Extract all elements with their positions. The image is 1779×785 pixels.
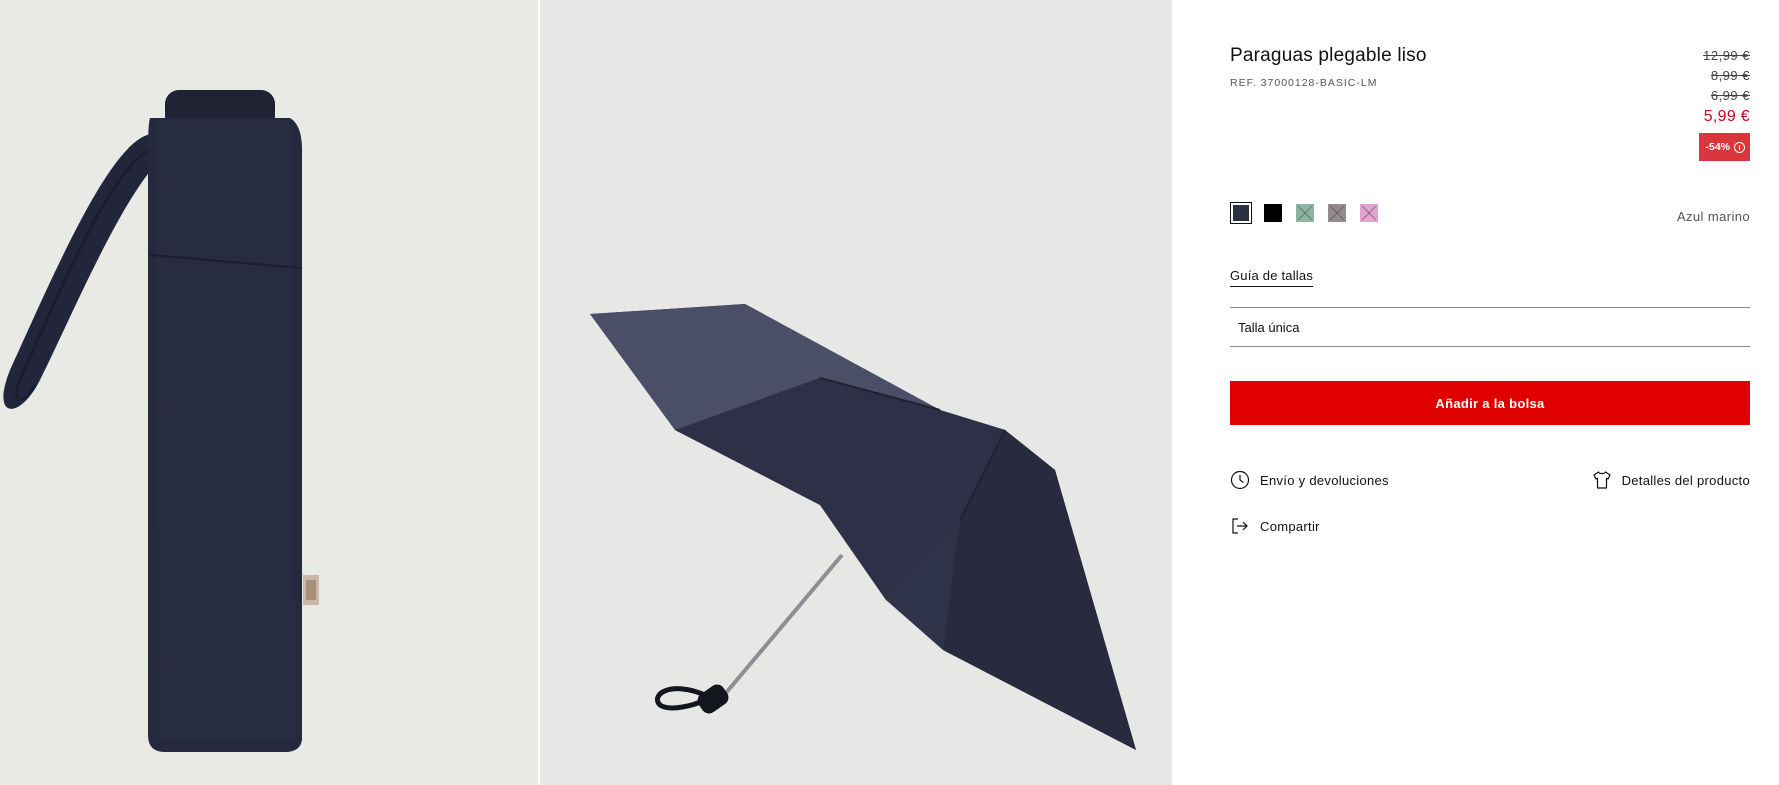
current-price: 5,99 € [1703, 108, 1750, 125]
product-title: Paraguas plegable liso [1230, 45, 1427, 66]
selected-color-name: Azul marino [1676, 209, 1750, 224]
color-swatch-green[interactable] [1294, 202, 1316, 224]
size-guide-link[interactable]: Guía de tallas [1230, 268, 1314, 287]
color-swatch-navy[interactable] [1230, 202, 1252, 224]
shipping-returns-label: Envío y devoluciones [1260, 472, 1389, 488]
color-swatch-black[interactable] [1262, 202, 1284, 224]
size-selected-label: Talla única [1238, 320, 1300, 335]
info-icon[interactable] [1734, 141, 1745, 153]
product-details-label: Detalles del producto [1621, 472, 1750, 488]
old-price: 12,99 € [1703, 48, 1750, 63]
product-gallery [0, 0, 1172, 785]
product-image-open[interactable] [540, 0, 1172, 785]
color-swatch-pink[interactable] [1358, 202, 1380, 224]
color-swatch-grey[interactable] [1326, 202, 1348, 224]
share-link[interactable]: Compartir [1230, 516, 1320, 536]
product-details-link[interactable]: Detalles del producto [1592, 470, 1750, 490]
discount-badge[interactable]: -54% [1699, 133, 1750, 161]
old-price: 6,99 € [1710, 88, 1750, 103]
tshirt-icon [1592, 470, 1612, 490]
size-selector[interactable]: Talla única [1230, 307, 1750, 347]
product-reference: REF. 37000128-BASIC-LM [1230, 77, 1378, 89]
discount-label: -54% [1705, 141, 1730, 153]
price-block: 12,99 € 8,99 € 6,99 € 5,99 € -54% [1699, 46, 1750, 161]
color-selector [1230, 202, 1380, 224]
share-label: Compartir [1260, 518, 1320, 534]
old-price: 8,99 € [1710, 68, 1750, 83]
product-image-folded[interactable] [0, 0, 538, 785]
share-icon [1230, 516, 1250, 536]
product-info-panel: Paraguas plegable liso REF. 37000128-BAS… [1230, 0, 1750, 785]
shipping-returns-link[interactable]: Envío y devoluciones [1230, 470, 1389, 490]
add-to-bag-button[interactable]: Añadir a la bolsa [1230, 381, 1750, 425]
clock-icon [1230, 470, 1250, 490]
